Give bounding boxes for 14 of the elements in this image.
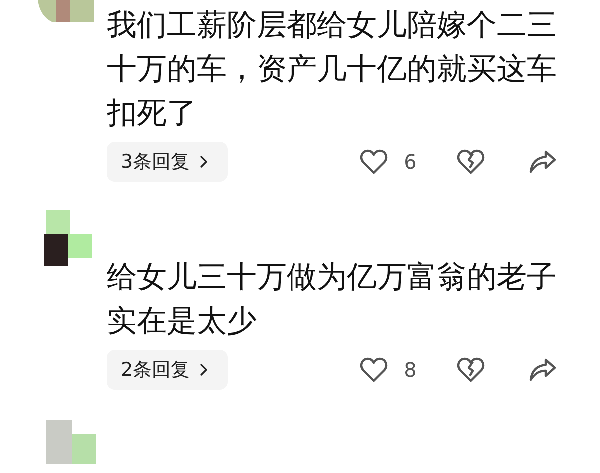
share-icon[interactable] <box>528 358 557 382</box>
like-count: 8 <box>404 357 417 384</box>
avatar <box>38 0 94 24</box>
avatar <box>46 420 96 464</box>
heart-icon[interactable] <box>360 357 388 383</box>
replies-button[interactable]: 2条回复 <box>107 350 228 390</box>
comment-text: 给女儿三十万做为亿万富翁的老子实在是太少 <box>107 259 558 341</box>
broken-heart-icon[interactable] <box>456 357 485 383</box>
broken-heart-icon[interactable] <box>456 149 485 175</box>
share-icon[interactable] <box>528 150 557 174</box>
comment-text: 我们工薪阶层都给女儿陪嫁个二三十万的车，资产几十亿的就买这车扣死了 <box>107 7 558 133</box>
replies-button[interactable]: 3条回复 <box>107 142 228 182</box>
like-count: 6 <box>404 149 417 176</box>
heart-icon[interactable] <box>360 149 388 175</box>
